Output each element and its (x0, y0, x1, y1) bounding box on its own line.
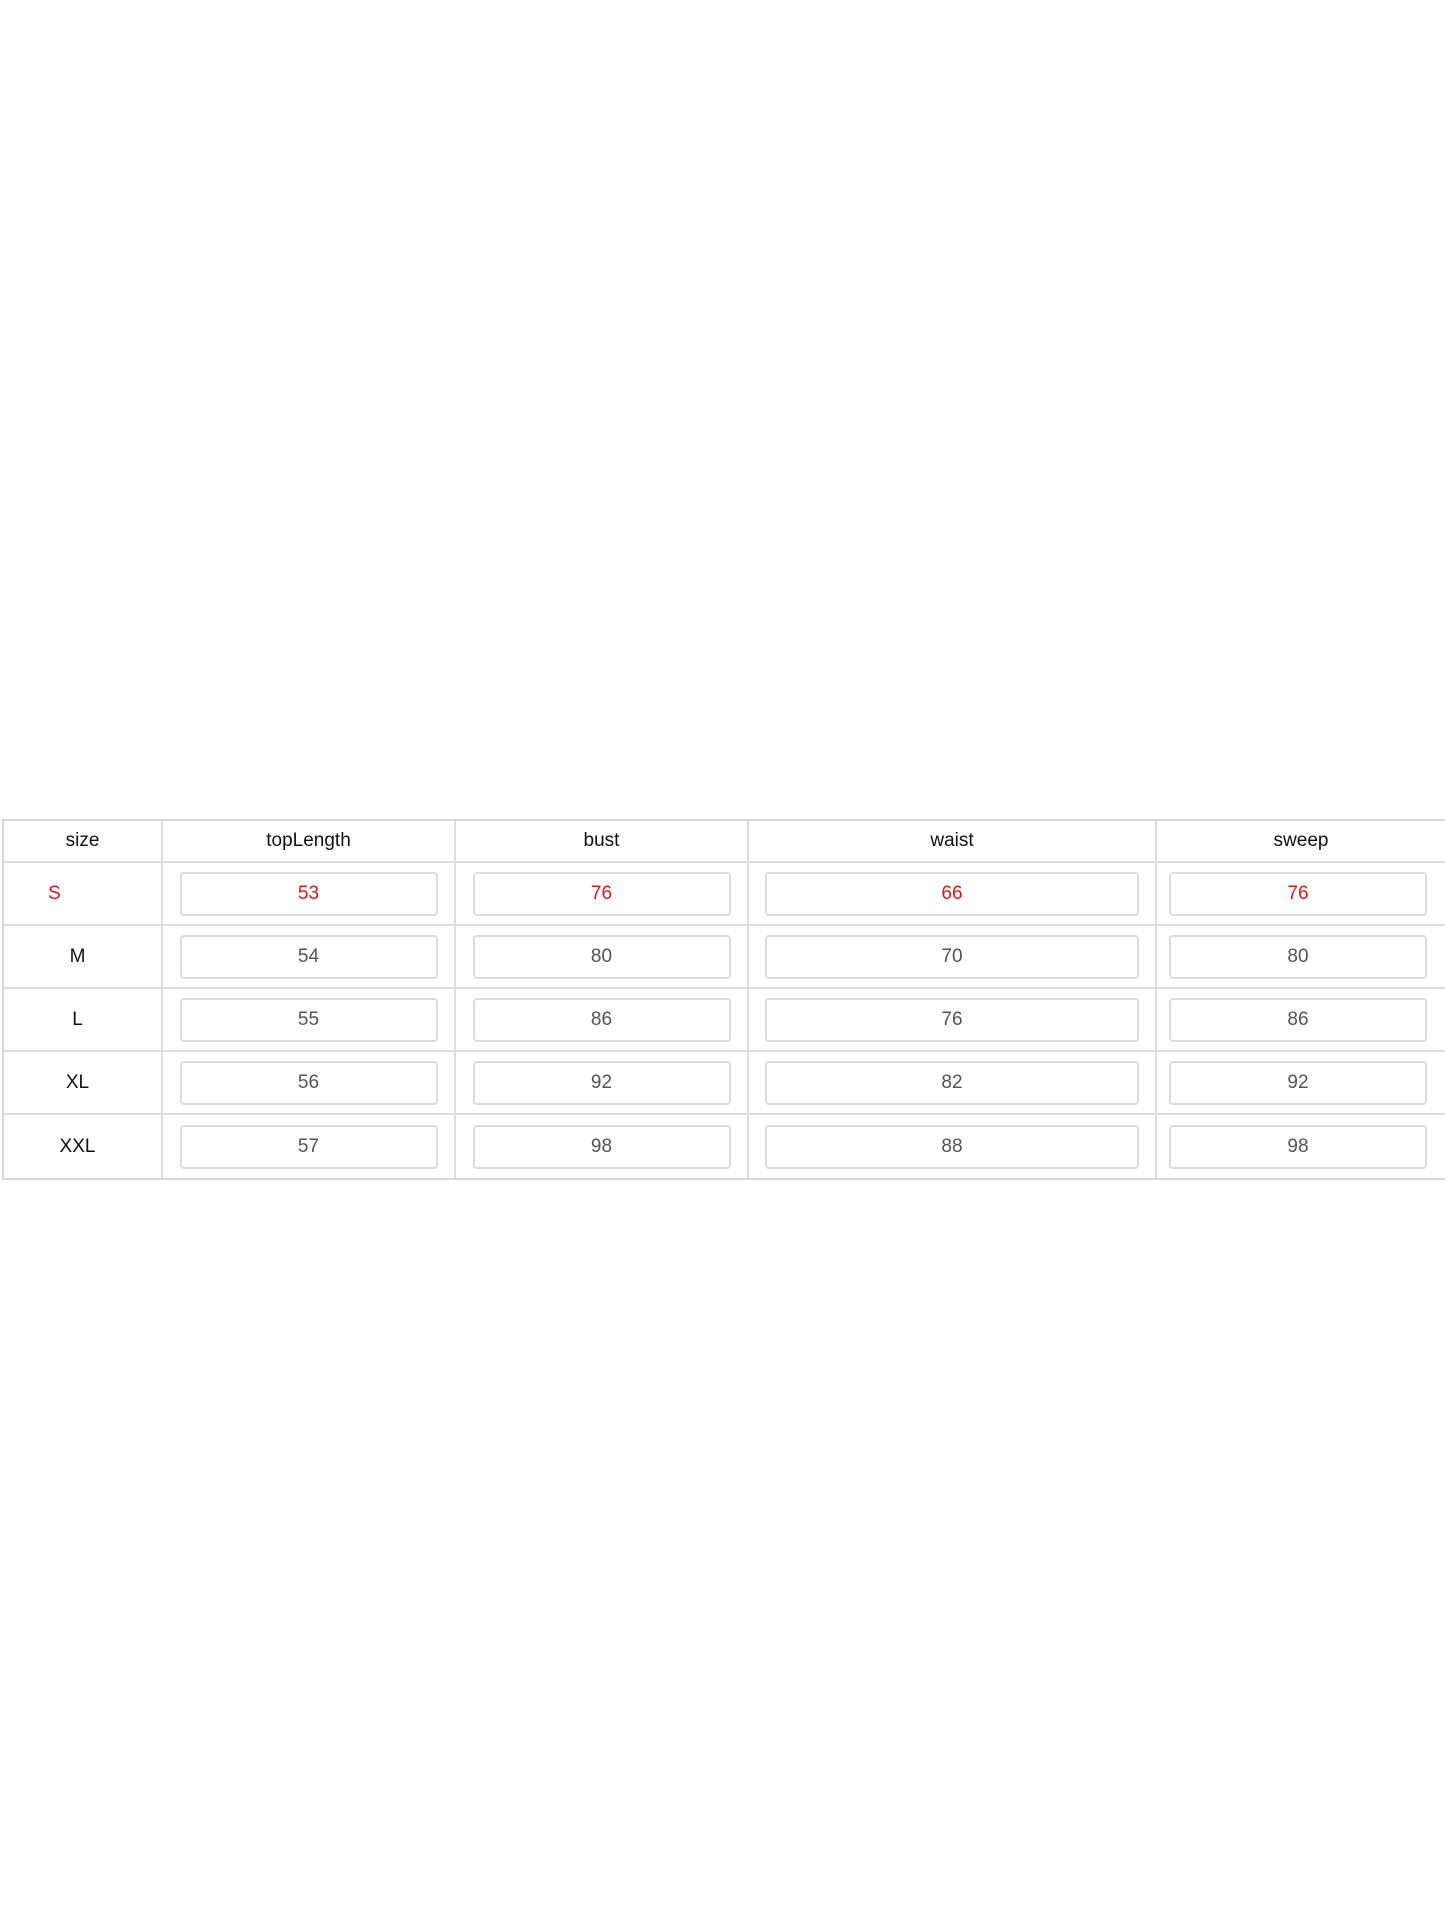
waist-value[interactable]: 66 (765, 871, 1139, 916)
table-row-xl[interactable]: XL 56 92 82 92 (4, 1052, 1445, 1115)
bust-value[interactable]: 92 (472, 1060, 731, 1105)
sweep-cell: 76 (1157, 863, 1445, 924)
top-length-cell: 54 (163, 926, 456, 987)
table-row-l[interactable]: L 55 86 76 86 (4, 989, 1445, 1052)
waist-value[interactable]: 88 (765, 1124, 1139, 1169)
header-size: size (4, 821, 163, 861)
header-top-length: topLength (163, 821, 456, 861)
waist-cell: 88 (749, 1115, 1157, 1178)
top-length-cell: 56 (163, 1052, 456, 1113)
header-waist: waist (749, 821, 1157, 861)
table-row-m[interactable]: M 54 80 70 80 (4, 926, 1445, 989)
size-cell: L (4, 989, 163, 1050)
waist-value[interactable]: 76 (765, 997, 1139, 1042)
sweep-cell: 92 (1157, 1052, 1445, 1113)
bust-value[interactable]: 86 (472, 997, 731, 1042)
sweep-value[interactable]: 92 (1169, 1060, 1427, 1105)
waist-value[interactable]: 82 (765, 1060, 1139, 1105)
size-chart-table: size topLength bust waist sweep S 53 76 … (2, 819, 1445, 1180)
bust-cell: 98 (456, 1115, 749, 1178)
sweep-cell: 86 (1157, 989, 1445, 1050)
bust-value[interactable]: 76 (472, 871, 731, 916)
top-length-value[interactable]: 56 (179, 1060, 438, 1105)
bust-value[interactable]: 80 (472, 934, 731, 979)
header-sweep: sweep (1273, 830, 1329, 851)
top-length-value[interactable]: 55 (179, 997, 438, 1042)
bust-cell: 92 (456, 1052, 749, 1113)
header-bust: bust (456, 821, 749, 861)
top-length-value[interactable]: 53 (179, 871, 438, 916)
size-label: M (69, 945, 86, 967)
bust-cell: 80 (456, 926, 749, 987)
size-cell: S (4, 863, 163, 924)
sweep-cell: 80 (1157, 926, 1445, 987)
size-label: S (48, 882, 61, 904)
bust-value[interactable]: 98 (472, 1124, 731, 1169)
table-header-row: size topLength bust waist sweep (4, 821, 1445, 863)
size-label: XL (65, 1071, 90, 1093)
top-length-cell: 57 (163, 1115, 456, 1178)
bust-cell: 76 (456, 863, 749, 924)
top-length-value[interactable]: 54 (179, 934, 438, 979)
size-cell: XL (4, 1052, 163, 1113)
sweep-value[interactable]: 76 (1169, 871, 1427, 916)
top-length-value[interactable]: 57 (179, 1124, 438, 1169)
waist-value[interactable]: 70 (765, 934, 1139, 979)
sweep-value[interactable]: 80 (1169, 934, 1427, 979)
waist-cell: 82 (749, 1052, 1157, 1113)
size-cell: M (4, 926, 163, 987)
waist-cell: 70 (749, 926, 1157, 987)
table-row-xxl[interactable]: XXL 57 98 88 98 (4, 1115, 1445, 1178)
waist-cell: 76 (749, 989, 1157, 1050)
sweep-cell: 98 (1157, 1115, 1445, 1178)
size-label: XXL (59, 1135, 96, 1157)
size-label: L (72, 1008, 83, 1030)
bust-cell: 86 (456, 989, 749, 1050)
size-cell: XXL (4, 1115, 163, 1178)
table-row-s[interactable]: S 53 76 66 76 (4, 863, 1445, 926)
sweep-value[interactable]: 98 (1169, 1124, 1427, 1169)
waist-cell: 66 (749, 863, 1157, 924)
sweep-value[interactable]: 86 (1169, 997, 1427, 1042)
top-length-cell: 55 (163, 989, 456, 1050)
top-length-cell: 53 (163, 863, 456, 924)
